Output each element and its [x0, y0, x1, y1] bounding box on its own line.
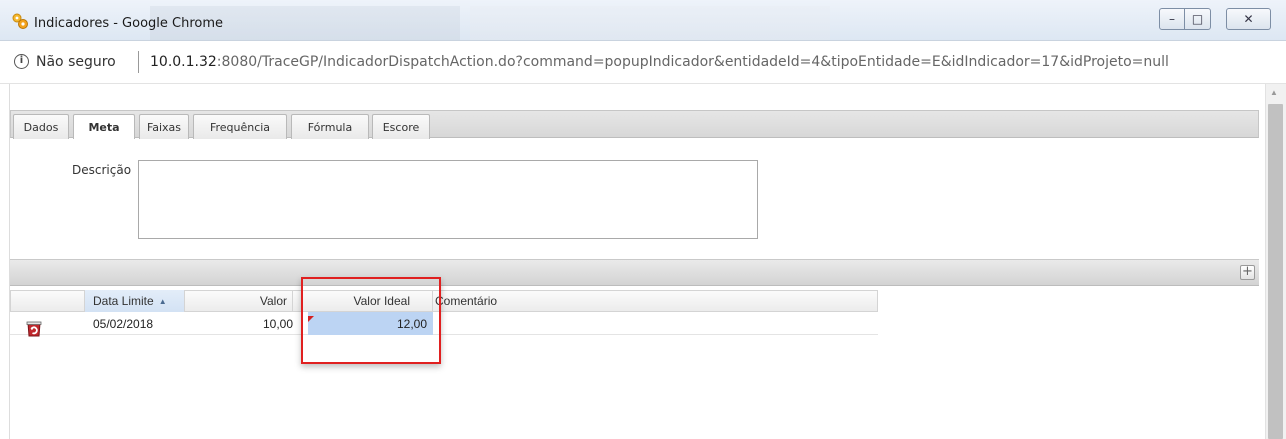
- highlight-box: [301, 277, 441, 364]
- maximize-icon: □: [1191, 12, 1204, 26]
- url-host: 10.0.1.32: [150, 54, 217, 70]
- window-title: Indicadores - Google Chrome: [34, 16, 224, 31]
- close-button[interactable]: ✕: [1226, 8, 1271, 30]
- address-separator: [138, 51, 139, 73]
- description-label: Descrição: [72, 163, 132, 177]
- url-text[interactable]: 10.0.1.32:8080/TraceGP/IndicadorDispatch…: [150, 54, 1169, 70]
- tab-formula[interactable]: Fórmula: [291, 114, 369, 139]
- grid-toolbar: [10, 259, 1259, 286]
- tab-escore[interactable]: Escore: [372, 114, 430, 139]
- info-icon[interactable]: i: [14, 54, 29, 69]
- cell-data-limite[interactable]: 05/02/2018: [93, 312, 183, 335]
- scrollbar-thumb[interactable]: [1268, 104, 1283, 439]
- security-status[interactable]: Não seguro: [36, 54, 116, 70]
- column-header-actions: [10, 290, 85, 312]
- tab-faixas[interactable]: Faixas: [139, 114, 189, 139]
- app-gears-icon: [12, 13, 28, 29]
- column-header-label: Data Limite: [93, 294, 154, 308]
- column-header-data-limite[interactable]: Data Limite ▲: [85, 290, 185, 312]
- delete-row-icon[interactable]: [25, 320, 43, 338]
- tab-dados[interactable]: Dados: [13, 114, 69, 139]
- sort-ascending-icon: ▲: [158, 296, 167, 306]
- cell-valor[interactable]: 10,00: [185, 312, 293, 335]
- tab-meta[interactable]: Meta: [73, 114, 135, 140]
- column-header-comentario[interactable]: Comentário: [433, 290, 878, 312]
- scroll-up-arrow-icon[interactable]: ▲: [1270, 88, 1278, 97]
- tab-strip: Dados Meta Faixas Frequência Fórmula Esc…: [10, 110, 1259, 140]
- url-path: :8080/TraceGP/IndicadorDispatchAction.do…: [216, 54, 1169, 70]
- add-row-button[interactable]: +: [1240, 265, 1255, 280]
- background-window-blur: [470, 6, 830, 40]
- column-header-valor[interactable]: Valor: [185, 290, 293, 312]
- minimize-icon: –: [1169, 12, 1175, 26]
- description-textarea[interactable]: [138, 160, 758, 239]
- maximize-button[interactable]: □: [1184, 8, 1211, 30]
- cell-comentario[interactable]: [433, 312, 878, 335]
- page-left-edge: [0, 84, 10, 439]
- close-icon: ✕: [1243, 12, 1254, 26]
- minimize-button[interactable]: –: [1159, 8, 1185, 30]
- tab-frequencia[interactable]: Frequência: [193, 114, 287, 139]
